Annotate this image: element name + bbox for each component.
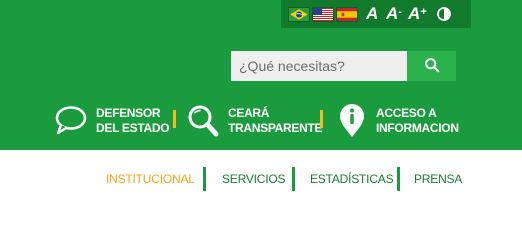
- contrast-icon[interactable]: [437, 7, 451, 21]
- nav-divider: [292, 167, 295, 191]
- search-icon: [424, 57, 440, 76]
- usa-flag-icon[interactable]: [312, 7, 334, 22]
- nav-item-prensa[interactable]: PRENSA: [414, 172, 462, 186]
- spain-flag-icon[interactable]: [336, 7, 358, 22]
- quick-link-label: DEFENSOR DEL ESTADO: [96, 106, 170, 135]
- nav-item-servicios[interactable]: SERVICIOS: [222, 172, 286, 186]
- nav-item-institucional[interactable]: INSTITUCIONAL: [106, 172, 195, 186]
- nav-item-estadisticas[interactable]: ESTADÍSTICAS: [310, 172, 394, 186]
- quick-link-acceso-informacion[interactable]: ACCESO A INFORMACION: [332, 103, 459, 139]
- font-decrease-mark: -: [398, 6, 402, 18]
- info-pin-icon: [332, 103, 372, 139]
- speech-bubble-icon: [52, 103, 92, 139]
- font-increase-label: A: [408, 4, 421, 23]
- font-normal-button[interactable]: A: [366, 5, 378, 23]
- font-increase-mark: +: [420, 6, 427, 18]
- search-button[interactable]: [407, 51, 456, 81]
- font-increase-button[interactable]: A+: [408, 5, 427, 23]
- font-decrease-label: A: [386, 4, 399, 23]
- magnifier-icon: [184, 103, 224, 139]
- main-nav: INSTITUCIONAL SERVICIOS ESTADÍSTICAS PRE…: [0, 150, 522, 201]
- quick-link-divider: [320, 110, 323, 128]
- quick-link-label: CEARÁ TRANSPARENTE: [228, 106, 323, 135]
- brazil-flag-icon[interactable]: [288, 7, 310, 22]
- quick-link-label: ACCESO A INFORMACION: [376, 106, 459, 135]
- search-input[interactable]: [231, 51, 407, 81]
- nav-divider: [397, 167, 400, 191]
- quick-link-defensor[interactable]: DEFENSOR DEL ESTADO: [52, 103, 170, 139]
- quick-link-divider: [173, 110, 176, 128]
- font-decrease-button[interactable]: A-: [386, 5, 402, 23]
- quick-link-ceara-transparente[interactable]: CEARÁ TRANSPARENTE: [184, 103, 322, 139]
- nav-divider: [203, 167, 206, 191]
